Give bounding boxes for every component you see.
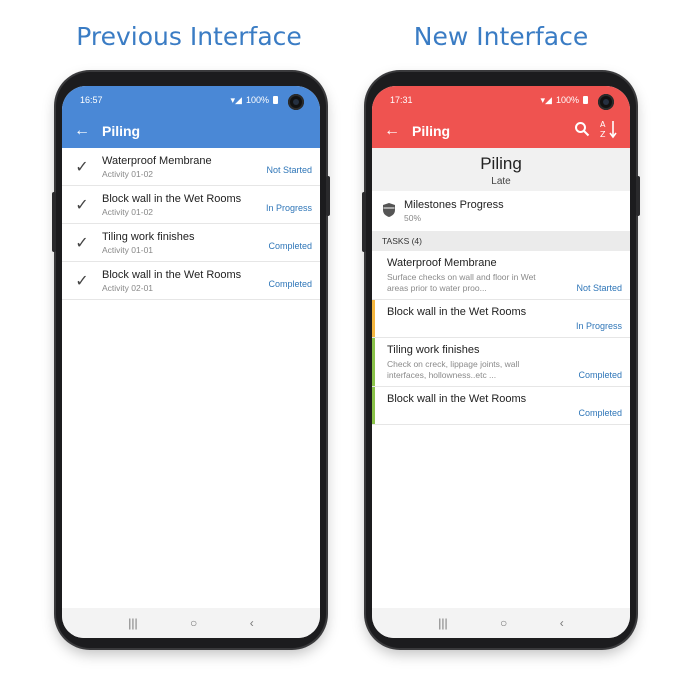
project-status: Late — [491, 176, 511, 187]
previous-screen: 16:57 ▾◢ 100% ← Piling ✓ Waterproof Memb… — [62, 86, 320, 638]
status-bar: 17:31 ▾◢ 100% — [372, 86, 630, 114]
battery-percent: 100% — [245, 95, 269, 105]
tasks-heading: TASKS (4) — [372, 231, 630, 251]
status-label: Not Started — [266, 165, 312, 175]
item-subtitle: Activity 01-02 — [102, 206, 154, 217]
front-camera — [288, 94, 304, 110]
task-item[interactable]: Block wall in the Wet Rooms Completed — [372, 387, 630, 425]
status-bar: 16:57 ▾◢ 100% — [62, 86, 320, 114]
milestones-progress[interactable]: Milestones Progress 50% — [372, 191, 630, 231]
item-title: Tiling work finishes — [102, 230, 195, 243]
list-item[interactable]: ✓ Block wall in the Wet Rooms Activity 0… — [62, 262, 320, 300]
milestone-title: Milestones Progress — [404, 199, 504, 211]
task-status: Completed — [578, 408, 622, 418]
item-subtitle: Activity 01-02 — [102, 168, 154, 179]
back-nav-icon[interactable]: ‹ — [250, 616, 254, 630]
new-phone: 17:31 ▾◢ 100% ← Piling AZ Piling Late Mi… — [362, 72, 640, 648]
new-interface-caption: New Interface — [413, 22, 589, 51]
previous-interface-caption: Previous Interface — [76, 22, 302, 51]
signal-icon: ▾◢ — [540, 94, 552, 105]
list-item[interactable]: ✓ Block wall in the Wet Rooms Activity 0… — [62, 186, 320, 224]
item-title: Block wall in the Wet Rooms — [102, 192, 242, 205]
system-nav-bar: ||| ○ ‹ — [372, 608, 630, 638]
item-subtitle: Activity 01-01 — [102, 244, 154, 255]
status-label: Completed — [268, 279, 312, 289]
item-title: Waterproof Membrane — [102, 154, 212, 167]
item-title: Block wall in the Wet Rooms — [102, 268, 242, 281]
front-camera — [598, 94, 614, 110]
project-header: Piling Late — [372, 148, 630, 191]
task-status: In Progress — [575, 321, 622, 331]
task-item[interactable]: Block wall in the Wet Rooms In Progress — [372, 300, 630, 338]
check-icon: ✓ — [75, 234, 89, 252]
battery-percent: 100% — [555, 95, 579, 105]
task-description: Check on creck, lippage joints, wall int… — [387, 359, 520, 380]
back-arrow-icon[interactable]: ← — [384, 122, 412, 140]
task-status: Completed — [578, 370, 622, 380]
task-title: Block wall in the Wet Rooms — [387, 393, 527, 405]
status-time: 17:31 — [390, 95, 413, 105]
previous-phone: 16:57 ▾◢ 100% ← Piling ✓ Waterproof Memb… — [52, 72, 330, 648]
back-nav-icon[interactable]: ‹ — [560, 616, 564, 630]
page-title: Piling — [412, 123, 451, 139]
recents-icon[interactable]: ||| — [438, 616, 447, 630]
home-icon[interactable]: ○ — [190, 616, 197, 630]
check-icon: ✓ — [75, 158, 89, 176]
list-item[interactable]: ✓ Waterproof Membrane Activity 01-02 Not… — [62, 148, 320, 186]
list-item[interactable]: ✓ Tiling work finishes Activity 01-01 Co… — [62, 224, 320, 262]
app-bar: ← Piling — [62, 114, 320, 148]
task-item[interactable]: Waterproof Membrane Surface checks on wa… — [372, 251, 630, 300]
app-bar: ← Piling AZ — [372, 114, 630, 148]
page-title: Piling — [102, 123, 141, 139]
back-arrow-icon[interactable]: ← — [74, 122, 102, 140]
power-button — [636, 176, 640, 216]
status-label: Completed — [268, 241, 312, 251]
task-title: Block wall in the Wet Rooms — [387, 306, 527, 318]
check-icon: ✓ — [75, 196, 89, 214]
task-title: Waterproof Membrane — [387, 257, 497, 269]
task-status: Not Started — [576, 283, 622, 293]
signal-icon: ▾◢ — [230, 94, 242, 105]
system-nav-bar: ||| ○ ‹ — [62, 608, 320, 638]
svg-text:Z: Z — [600, 130, 606, 139]
shield-icon — [382, 202, 404, 221]
activity-list: ✓ Waterproof Membrane Activity 01-02 Not… — [62, 148, 320, 300]
status-time: 16:57 — [80, 95, 103, 105]
search-icon[interactable] — [574, 121, 590, 142]
home-icon[interactable]: ○ — [500, 616, 507, 630]
power-button — [326, 176, 330, 216]
sort-az-icon[interactable]: AZ — [600, 119, 618, 144]
task-description: Surface checks on wall and floor in Wet … — [387, 272, 536, 293]
status-label: In Progress — [265, 203, 312, 213]
item-subtitle: Activity 02-01 — [102, 282, 154, 293]
task-item[interactable]: Tiling work finishes Check on creck, lip… — [372, 338, 630, 387]
battery-icon — [273, 96, 278, 104]
volume-button — [52, 192, 56, 252]
battery-icon — [583, 96, 588, 104]
check-icon: ✓ — [75, 272, 89, 290]
project-title: Piling — [480, 154, 522, 173]
recents-icon[interactable]: ||| — [128, 616, 137, 630]
task-title: Tiling work finishes — [387, 344, 480, 356]
volume-button — [362, 192, 366, 252]
svg-text:A: A — [600, 120, 606, 129]
new-screen: 17:31 ▾◢ 100% ← Piling AZ Piling Late Mi… — [372, 86, 630, 638]
milestone-percent: 50% — [404, 213, 422, 223]
